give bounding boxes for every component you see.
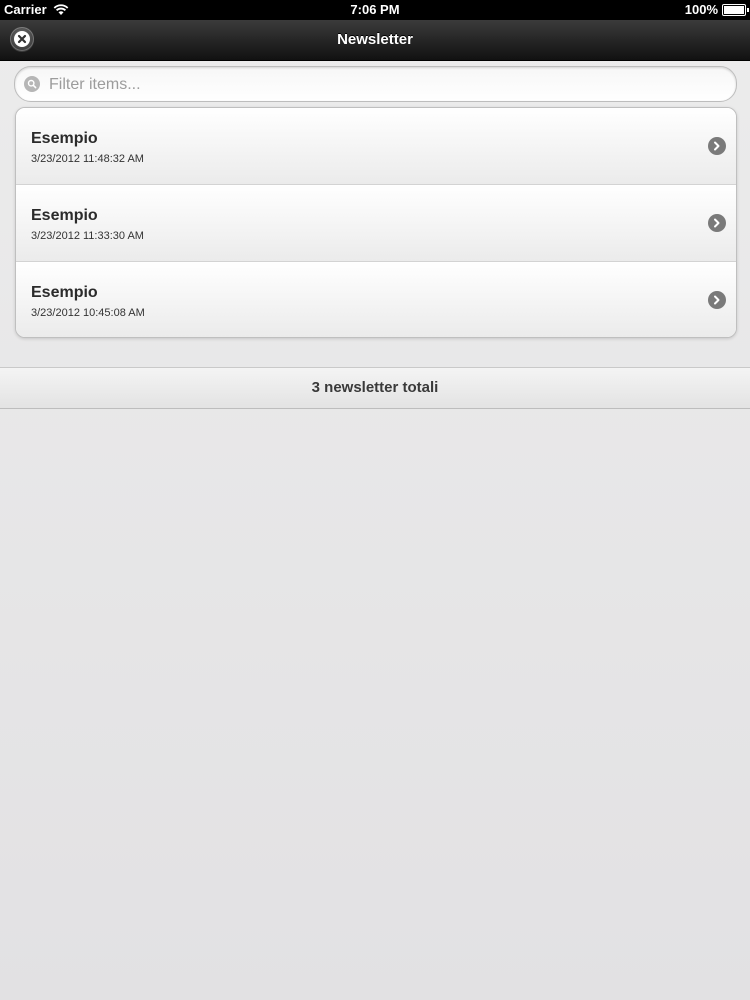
search-icon xyxy=(24,76,40,92)
filter-input[interactable] xyxy=(47,67,721,103)
chevron-right-icon[interactable] xyxy=(708,291,726,309)
filter-search-bar xyxy=(14,66,737,103)
item-date: 3/23/2012 11:48:32 AM xyxy=(31,153,144,165)
battery-percent: 100% xyxy=(684,2,718,17)
list-item[interactable]: Esempio 3/23/2012 10:45:08 AM xyxy=(16,262,736,337)
list-item[interactable]: Esempio 3/23/2012 11:48:32 AM xyxy=(16,108,736,185)
item-title: Esempio xyxy=(31,207,98,224)
clock: 7:06 PM xyxy=(350,2,400,17)
item-title: Esempio xyxy=(31,130,98,147)
navigation-bar: Newsletter xyxy=(0,20,750,61)
newsletter-list: Esempio 3/23/2012 11:48:32 AM Esempio 3/… xyxy=(15,107,737,338)
item-date: 3/23/2012 10:45:08 AM xyxy=(31,307,145,319)
item-title: Esempio xyxy=(31,284,98,301)
page-title: Newsletter xyxy=(337,31,413,48)
item-date: 3/23/2012 11:33:30 AM xyxy=(31,230,144,242)
chevron-right-icon[interactable] xyxy=(708,137,726,155)
list-item[interactable]: Esempio 3/23/2012 11:33:30 AM xyxy=(16,185,736,262)
chevron-right-icon[interactable] xyxy=(708,214,726,232)
status-bar: Carrier 7:06 PM 100% xyxy=(0,0,750,20)
battery-icon xyxy=(722,3,749,16)
battery-group: 100% xyxy=(684,2,749,17)
total-count-footer: 3 newsletter totali xyxy=(0,367,750,409)
